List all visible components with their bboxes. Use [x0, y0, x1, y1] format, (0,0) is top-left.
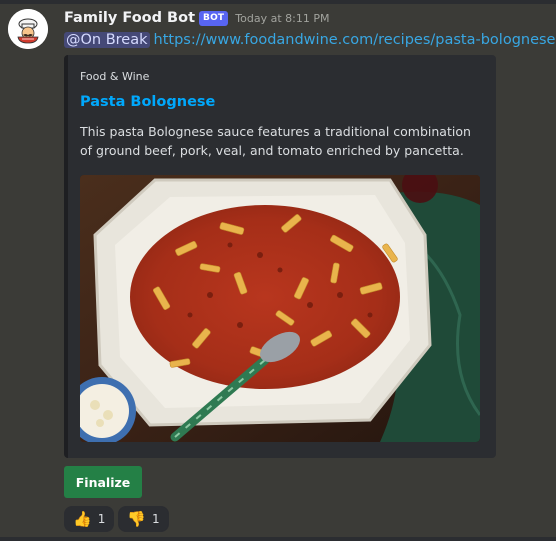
embed-image[interactable] — [80, 175, 480, 442]
reaction-thumbs-up[interactable]: 👍 1 — [64, 506, 115, 532]
bot-avatar[interactable] — [8, 9, 48, 49]
embed-provider: Food & Wine — [80, 70, 150, 83]
reaction-count: 1 — [97, 512, 106, 526]
message-content: @On Break https://www.foodandwine.com/re… — [64, 30, 555, 50]
user-mention[interactable]: @On Break — [64, 32, 150, 48]
recipe-link[interactable]: https://www.foodandwine.com/recipes/past… — [154, 32, 556, 48]
pasta-bolognese-photo — [80, 175, 480, 442]
reaction-thumbs-down[interactable]: 👎 1 — [118, 506, 169, 532]
reaction-bar: 👍 1 👎 1 — [64, 506, 169, 532]
link-embed: Food & Wine Pasta Bolognese This pasta B… — [64, 55, 496, 458]
finalize-button[interactable]: Finalize — [64, 466, 142, 498]
thumbs-up-icon: 👍 — [73, 509, 92, 528]
timestamp: Today at 8:11 PM — [235, 11, 330, 25]
message-header: Family Food Bot BOT Today at 8:11 PM — [64, 8, 329, 28]
top-divider — [0, 0, 556, 4]
thumbs-down-icon: 👎 — [127, 509, 147, 528]
embed-description: This pasta Bolognese sauce features a tr… — [80, 124, 471, 158]
bottom-divider — [0, 537, 556, 541]
reaction-count: 1 — [152, 512, 160, 526]
bot-tag: BOT — [199, 10, 229, 26]
username[interactable]: Family Food Bot — [64, 10, 195, 26]
embed-title[interactable]: Pasta Bolognese — [80, 94, 215, 110]
chef-avatar-icon — [8, 9, 48, 49]
